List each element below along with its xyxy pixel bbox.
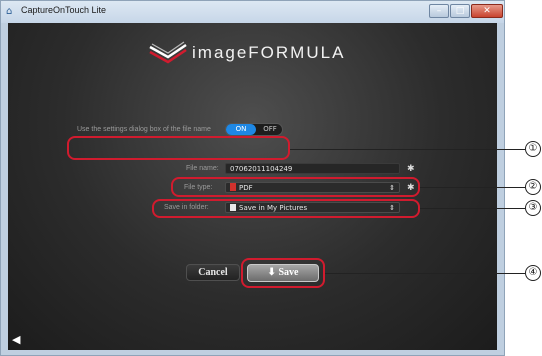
leader-line-1 xyxy=(290,149,525,150)
cancel-button[interactable]: Cancel xyxy=(186,264,240,281)
window-title: CaptureOnTouch Lite xyxy=(21,5,107,15)
app-icon: ⌂ xyxy=(6,6,13,17)
callout-marker-4: ④ xyxy=(525,265,541,281)
close-button[interactable]: ✕ xyxy=(471,4,503,18)
callout-marker-2: ② xyxy=(525,179,541,195)
minimize-button[interactable]: – xyxy=(429,4,449,18)
callout-box-4 xyxy=(241,258,325,288)
file-name-label: File name: xyxy=(186,165,219,172)
settings-dialog-toggle[interactable]: ON OFF xyxy=(225,123,283,136)
callout-box-2 xyxy=(171,177,420,197)
callout-marker-3: ③ xyxy=(525,200,541,216)
leader-line-3 xyxy=(420,208,525,209)
callout-box-1 xyxy=(67,136,290,160)
maximize-button[interactable]: □ xyxy=(450,4,470,18)
file-name-settings-gear-icon[interactable]: ✱ xyxy=(407,164,415,174)
logo-mark-icon xyxy=(149,41,187,64)
file-name-field[interactable]: 07062011104249 xyxy=(225,163,400,174)
logo-text: imageFORMULA xyxy=(192,43,346,62)
back-arrow-icon[interactable]: ◀ xyxy=(12,334,20,346)
toggle-on-option[interactable]: ON xyxy=(226,124,256,135)
title-bar: ⌂ CaptureOnTouch Lite – □ ✕ xyxy=(1,1,504,23)
file-name-value: 07062011104249 xyxy=(230,165,293,173)
callout-marker-1: ① xyxy=(525,141,541,157)
callout-box-3 xyxy=(152,199,420,218)
toggle-off-option[interactable]: OFF xyxy=(258,124,282,135)
leader-line-2 xyxy=(420,187,525,188)
leader-line-4 xyxy=(325,273,525,274)
settings-dialog-label: Use the settings dialog box of the file … xyxy=(77,126,211,133)
